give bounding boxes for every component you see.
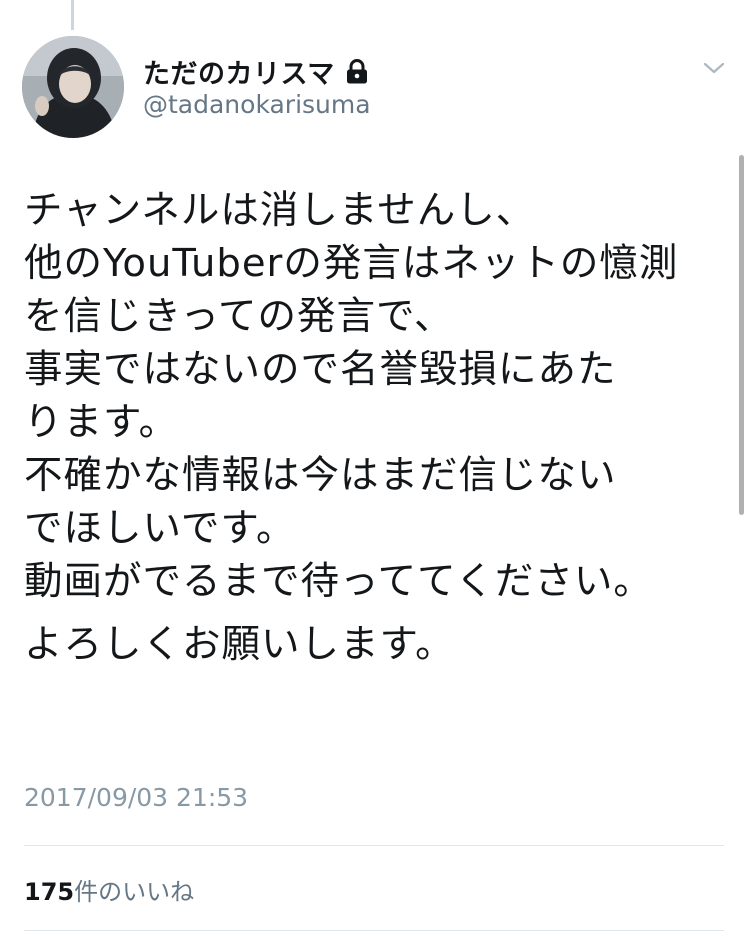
- tweet-line: 動画がでるまで待っててください。: [24, 559, 653, 604]
- author-display-name[interactable]: ただのカリスマ: [143, 52, 335, 91]
- divider: [24, 930, 724, 931]
- author-handle[interactable]: @tadanokarisuma: [143, 90, 371, 119]
- chevron-down-icon[interactable]: [700, 58, 728, 78]
- tweet-text: チャンネルは消しませんし、 他のYouTuberの発言はネットの憶測 を信じきっ…: [24, 184, 734, 671]
- divider: [24, 845, 724, 846]
- tweet-line: 他のYouTuberの発言はネットの憶測: [24, 241, 679, 286]
- author-display-name-row[interactable]: ただのカリスマ: [143, 52, 369, 91]
- tweet-line: ります。: [24, 400, 179, 445]
- avatar-image: [22, 36, 124, 138]
- avatar[interactable]: [22, 36, 124, 138]
- lock-icon: [345, 58, 369, 85]
- likes-stat[interactable]: 175件のいいね: [24, 872, 194, 907]
- tweet-line: よろしくお願いします。: [24, 622, 455, 667]
- scrollbar[interactable]: [739, 155, 744, 515]
- tweet-line: を信じきっての発言で、: [24, 294, 454, 339]
- tweet-line: 不確かな情報は今はまだ信じない: [24, 453, 617, 498]
- likes-count: 175: [24, 878, 75, 906]
- tweet-timestamp[interactable]: 2017/09/03 21:53: [24, 783, 248, 812]
- tweet-line: チャンネルは消しませんし、: [24, 188, 536, 233]
- thread-connector-line: [71, 0, 74, 30]
- likes-label: 件のいいね: [74, 878, 195, 906]
- tweet-line: でほしいです。: [24, 506, 296, 551]
- tweet-line: 事実ではないので名誉毀損にあた: [24, 347, 617, 392]
